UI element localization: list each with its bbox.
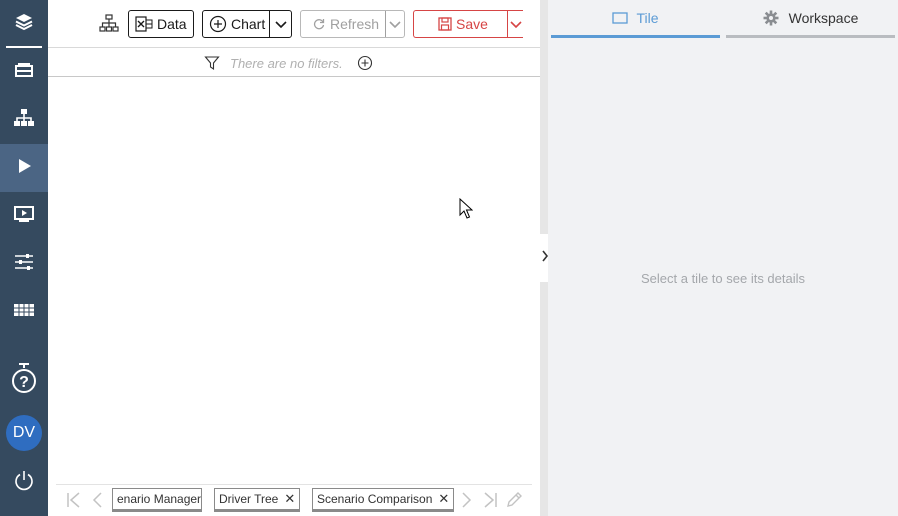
chevron-down-icon bbox=[509, 16, 522, 32]
refresh-dropdown-toggle[interactable] bbox=[385, 11, 404, 37]
mouse-pointer-icon bbox=[459, 197, 474, 225]
page-tab-bar: enario Manager Driver Tree ✕ Scenario Co… bbox=[56, 484, 532, 516]
app-root: ? DV Data Chart Refresh Save There are n… bbox=[0, 0, 898, 516]
sliders-icon bbox=[13, 253, 35, 276]
tab-workspace[interactable]: Workspace bbox=[726, 0, 895, 38]
chart-button[interactable]: Chart bbox=[202, 10, 292, 38]
help-icon: ? bbox=[10, 361, 38, 400]
tab-tile[interactable]: Tile bbox=[551, 0, 720, 38]
refresh-button-label: Refresh bbox=[330, 16, 380, 32]
chart-dropdown-toggle[interactable] bbox=[269, 11, 291, 37]
play-icon bbox=[15, 157, 33, 180]
hierarchy-icon bbox=[13, 108, 35, 133]
add-filter-icon[interactable] bbox=[357, 55, 373, 76]
table-button[interactable] bbox=[0, 288, 48, 336]
add-circle-icon bbox=[209, 15, 227, 33]
data-button[interactable]: Data bbox=[128, 10, 194, 38]
previous-page-icon[interactable] bbox=[89, 491, 107, 509]
pencil-icon[interactable] bbox=[505, 491, 523, 509]
filter-bar: There are no filters. bbox=[48, 49, 540, 77]
power-icon bbox=[13, 469, 35, 496]
settings-sliders-button[interactable] bbox=[0, 240, 48, 288]
page-tab-label: Scenario Comparison bbox=[317, 492, 433, 506]
run-button[interactable] bbox=[0, 144, 48, 192]
first-page-icon[interactable] bbox=[65, 491, 83, 509]
stack-icon bbox=[13, 11, 35, 38]
inbox-button[interactable] bbox=[0, 48, 48, 96]
chevron-down-icon bbox=[389, 16, 401, 32]
avatar: DV bbox=[6, 415, 42, 451]
hierarchy-icon[interactable] bbox=[99, 14, 121, 34]
floppy-disk-icon bbox=[438, 17, 452, 31]
chevron-down-icon bbox=[274, 16, 287, 32]
close-icon[interactable]: ✕ bbox=[284, 491, 295, 507]
funnel-icon bbox=[204, 55, 220, 76]
story-canvas: Data Chart Refresh Save There are no fil… bbox=[48, 0, 540, 516]
data-button-label: Data bbox=[157, 16, 187, 32]
user-profile-button[interactable]: DV bbox=[0, 409, 48, 457]
home-stack-button[interactable] bbox=[0, 0, 48, 48]
tile-icon bbox=[612, 11, 629, 24]
excel-icon bbox=[135, 15, 153, 33]
inbox-icon bbox=[14, 61, 34, 84]
refresh-button[interactable]: Refresh bbox=[300, 10, 405, 38]
details-panel: Tile Workspace Select a tile to see its … bbox=[548, 0, 898, 516]
chart-button-label: Chart bbox=[231, 16, 266, 32]
save-dropdown-toggle[interactable] bbox=[507, 11, 523, 37]
page-tab-label: enario Manager bbox=[117, 492, 202, 506]
next-page-icon[interactable] bbox=[457, 491, 475, 509]
tab-workspace-label: Workspace bbox=[788, 9, 859, 26]
refresh-icon bbox=[313, 18, 325, 30]
page-tab-scenario-manager[interactable]: enario Manager bbox=[112, 488, 202, 512]
last-page-icon[interactable] bbox=[481, 491, 499, 509]
close-icon[interactable]: ✕ bbox=[438, 491, 449, 507]
filter-empty-text: There are no filters. bbox=[230, 56, 343, 71]
monitor-play-icon bbox=[13, 205, 35, 228]
page-tab-driver-tree[interactable]: Driver Tree ✕ bbox=[214, 488, 300, 512]
empty-selection-message: Select a tile to see its details bbox=[640, 271, 806, 286]
canvas-area[interactable] bbox=[48, 78, 540, 484]
page-tab-label: Driver Tree bbox=[219, 492, 279, 506]
tab-tile-label: Tile bbox=[636, 9, 659, 26]
save-button-label: Save bbox=[456, 16, 488, 32]
gear-icon bbox=[763, 10, 779, 26]
page-tab-scenario-comparison[interactable]: Scenario Comparison ✕ bbox=[312, 488, 454, 512]
svg-text:?: ? bbox=[19, 374, 29, 391]
logout-button[interactable] bbox=[0, 458, 48, 506]
table-icon bbox=[13, 303, 35, 322]
nav-rail: ? DV bbox=[0, 0, 48, 516]
save-button[interactable]: Save bbox=[413, 10, 523, 38]
help-button[interactable]: ? bbox=[0, 356, 48, 404]
presentation-button[interactable] bbox=[0, 192, 48, 240]
story-toolbar: Data Chart Refresh Save bbox=[48, 0, 540, 48]
model-hierarchy-button[interactable] bbox=[0, 96, 48, 144]
